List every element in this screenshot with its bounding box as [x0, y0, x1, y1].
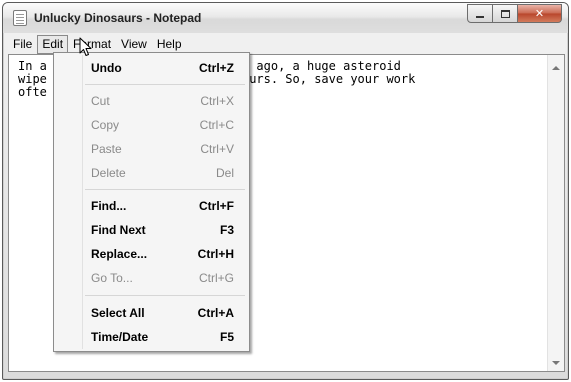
menu-help[interactable]: Help [152, 35, 187, 54]
menu-item-label: Delete [91, 166, 126, 180]
menu-item-find-next[interactable]: Find Next F3 [56, 219, 247, 241]
menu-item-label: Find... [91, 199, 127, 213]
menu-item-label: Paste [91, 142, 122, 156]
caption-buttons: ✕ [467, 4, 562, 23]
menu-item-label: Time/Date [91, 330, 149, 344]
menu-item-select-all[interactable]: Select All Ctrl+A [56, 302, 247, 324]
maximize-icon [500, 9, 510, 18]
menu-item-shortcut: Ctrl+H [197, 247, 234, 261]
menu-view[interactable]: View [116, 35, 152, 54]
scroll-down-icon[interactable] [552, 361, 560, 365]
menu-format[interactable]: Format [68, 35, 116, 54]
menu-item-undo[interactable]: Undo Ctrl+Z [56, 57, 247, 79]
vertical-scrollbar[interactable] [547, 55, 564, 371]
menu-separator [85, 189, 245, 190]
menu-item-shortcut: Ctrl+A [197, 306, 234, 320]
menu-item-shortcut: Ctrl+C [199, 118, 234, 132]
menu-item-delete[interactable]: Delete Del [56, 162, 247, 184]
menu-separator [85, 295, 245, 296]
menu-item-time-date[interactable]: Time/Date F5 [56, 326, 247, 348]
edit-menu-dropdown: Undo Ctrl+Z Cut Ctrl+X Copy Ctrl+C Paste… [53, 52, 250, 352]
menu-item-shortcut: Ctrl+G [198, 271, 234, 285]
menu-separator [85, 84, 245, 85]
scroll-up-icon[interactable] [552, 66, 560, 70]
menu-item-label: Go To... [91, 271, 133, 285]
menu-file[interactable]: File [8, 35, 37, 54]
window-title: Unlucky Dinosaurs - Notepad [34, 11, 202, 25]
menu-item-cut[interactable]: Cut Ctrl+X [56, 90, 247, 112]
menu-item-label: Select All [91, 306, 145, 320]
mouse-pointer-icon [79, 37, 92, 56]
menu-item-shortcut: Del [215, 166, 234, 180]
menu-item-shortcut: Ctrl+V [200, 142, 234, 156]
notepad-icon [13, 10, 27, 26]
menu-item-shortcut: Ctrl+Z [198, 61, 234, 75]
menu-item-label: Undo [91, 61, 122, 75]
menu-item-copy[interactable]: Copy Ctrl+C [56, 114, 247, 136]
menu-item-label: Replace... [91, 247, 148, 261]
menu-item-shortcut: Ctrl+X [200, 94, 234, 108]
menu-item-find[interactable]: Find... Ctrl+F [56, 195, 247, 217]
minimize-icon [476, 15, 484, 18]
maximize-button[interactable] [493, 4, 518, 23]
menu-item-paste[interactable]: Paste Ctrl+V [56, 138, 247, 160]
menu-item-shortcut: F5 [219, 330, 234, 344]
menu-edit[interactable]: Edit [37, 34, 69, 54]
menu-item-go-to[interactable]: Go To... Ctrl+G [56, 267, 247, 289]
close-icon: ✕ [534, 8, 545, 20]
menu-item-label: Find Next [91, 223, 146, 237]
menu-item-label: Copy [91, 118, 120, 132]
menu-item-label: Cut [91, 94, 110, 108]
menu-item-shortcut: F3 [219, 223, 234, 237]
menu-item-replace[interactable]: Replace... Ctrl+H [56, 243, 247, 265]
close-button[interactable]: ✕ [518, 4, 562, 23]
minimize-button[interactable] [467, 4, 493, 23]
menu-item-shortcut: Ctrl+F [198, 199, 234, 213]
title-bar[interactable]: Unlucky Dinosaurs - Notepad ✕ [3, 3, 568, 33]
